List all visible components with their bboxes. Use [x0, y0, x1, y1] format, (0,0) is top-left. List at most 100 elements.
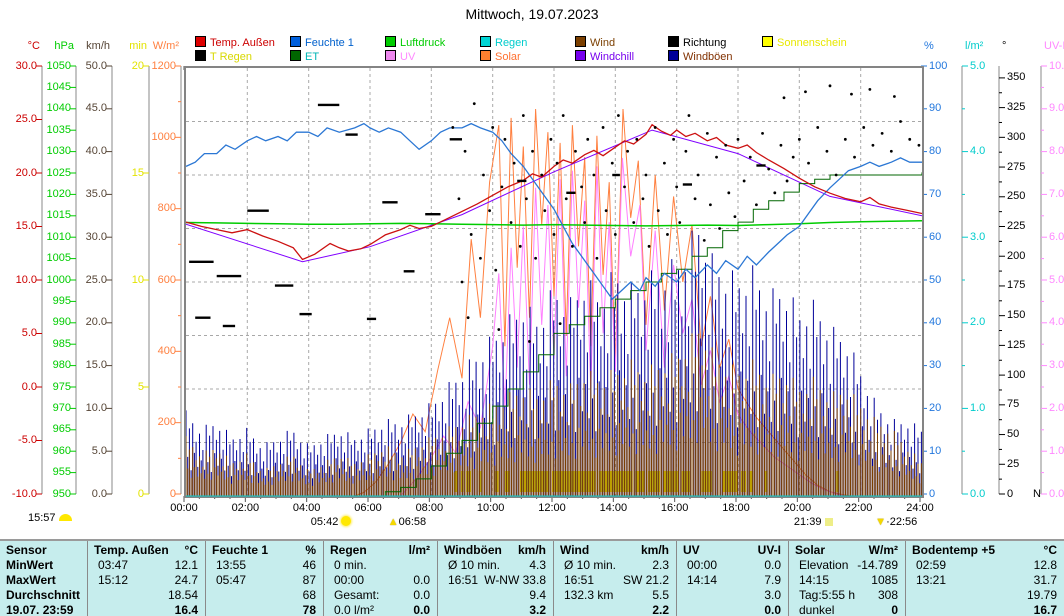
table-cell-label: 00:00 [334, 573, 365, 587]
direction-dot [678, 221, 682, 224]
weather-chart-window: { "title": "Mittwoch, 19.07.2023", "lege… [0, 0, 1064, 616]
axis-tick-label: 15 [131, 166, 144, 179]
axis-unit-label: km/h [86, 40, 110, 52]
table-cell-label: Ø 10 min. [564, 558, 617, 572]
direction-dot [580, 185, 583, 189]
axis-tick-label: 950 [52, 487, 71, 500]
direction-dot [702, 238, 706, 242]
x-tick-label: 08:00 [415, 502, 444, 514]
table-cell-value: 16.4 [174, 603, 198, 616]
axis-tick-label: 1025 [46, 166, 71, 179]
axis-tick-label: 4.0 [1049, 316, 1064, 329]
axis-tick-label: 0.0 [1049, 487, 1064, 500]
direction-dot [767, 167, 771, 171]
direction-dot [853, 155, 856, 159]
direction-dot [727, 191, 731, 195]
table-cell-label: Tag:5:55 h [799, 588, 856, 602]
sunshine-block [504, 471, 510, 492]
legend-swatch-icon [290, 50, 301, 61]
axis-tick-label: 15.0 [15, 220, 37, 232]
table-cell-label: 02:59 [916, 558, 947, 572]
table-cell-value: 9.4 [529, 588, 546, 602]
direction-dot [626, 149, 629, 153]
direction-dot [503, 137, 507, 141]
table-cell-label: 16:51 [564, 573, 595, 587]
table-column-header: Bodentemp +5 [912, 543, 996, 557]
axis-tick-label: 15.0 [85, 359, 107, 372]
direction-dot [534, 256, 537, 260]
direction-dot [613, 233, 617, 236]
table-column-temp-au-en: Temp. Außen °C 03:47 12.1 15:12 24.7 18.54 16.4 [87, 541, 205, 616]
direction-dot [718, 227, 721, 230]
direction-dot [791, 155, 795, 159]
direction-dot [466, 316, 470, 320]
table-cell-value: 0.0 [413, 573, 430, 587]
direction-dot [843, 137, 847, 141]
direction-dot [705, 131, 709, 135]
axis-tick-label: 0 [929, 487, 936, 500]
moon-icon [58, 514, 72, 521]
axis-tick-label: 30.0 [15, 59, 37, 72]
axis-tick-label: 40.0 [85, 145, 107, 158]
direction-dot [543, 209, 547, 213]
direction-dot [899, 120, 902, 123]
axis-tick-label: 1050 [46, 59, 71, 72]
direction-dot [715, 155, 718, 159]
direction-dot [610, 161, 614, 165]
direction-dot [552, 233, 556, 236]
table-cell-value: 18.54 [167, 588, 198, 602]
axis-tick-label: 10 [131, 273, 144, 286]
direction-dot [773, 191, 777, 195]
legend-label: Temp. Außen [210, 37, 275, 49]
axis-tick-label: 5.0 [91, 444, 107, 457]
direction-dot [748, 155, 752, 159]
table-row-label: 19.07. 23:59 [6, 603, 74, 616]
legend-swatch-icon [290, 36, 301, 47]
table-cell-label: Gesamt: [334, 588, 380, 602]
x-tick-label: 20:00 [783, 502, 812, 514]
direction-dot [807, 161, 810, 165]
direction-dot [488, 209, 491, 213]
axis-tick-label: 975 [52, 380, 71, 393]
axis-tick-label: 125 [1007, 338, 1026, 351]
legend-swatch-icon [195, 50, 206, 61]
axis-unit-label: min [129, 40, 147, 52]
axis-zero-label: N [1033, 487, 1041, 500]
axis-tick-label: 1030 [46, 145, 71, 158]
table-cell-label: dunkel [799, 603, 835, 616]
direction-dot [604, 209, 608, 213]
axis-tick-label: 0.0 [91, 487, 107, 500]
direction-dot [684, 149, 688, 153]
x-tick-label: 02:00 [231, 502, 260, 514]
direction-dot [472, 102, 476, 106]
direction-dot [494, 268, 498, 272]
axis-tick-label: 1000 [151, 130, 176, 143]
direction-dot [574, 149, 577, 153]
table-cell-label: 132.3 km [564, 588, 614, 602]
table-cell-value: 0.0 [764, 558, 781, 572]
direction-dot [871, 143, 875, 147]
axis-tick-label: 1045 [46, 80, 71, 93]
axis-tick-label: 70 [929, 187, 942, 200]
table-cell-value: 12.8 [1033, 558, 1057, 572]
direction-dot [868, 88, 872, 91]
axis-tick-label: 0.0 [21, 380, 37, 393]
table-cell-value: 46 [302, 558, 316, 572]
direction-dot [880, 131, 884, 135]
table-cell-label: 03:47 [98, 558, 129, 572]
table-column-unit: % [305, 543, 316, 557]
direction-dot [561, 114, 565, 117]
axis-tick-label: 1010 [46, 230, 71, 243]
axis-tick-label: 0.0 [970, 487, 986, 500]
legend-item: Temp. Außen [195, 36, 275, 49]
legend-label: T Regen [210, 51, 252, 63]
legend-swatch-icon [195, 36, 206, 47]
axis-tick-label: 970 [52, 401, 71, 414]
legend-label: Regen [495, 37, 528, 49]
sunshine-block [598, 471, 633, 492]
direction-dot [797, 137, 801, 141]
table-cell-label: 0 min. [334, 558, 367, 572]
direction-dot [521, 114, 525, 117]
table-column-header: Wind [560, 543, 590, 557]
direction-dot [528, 340, 531, 343]
